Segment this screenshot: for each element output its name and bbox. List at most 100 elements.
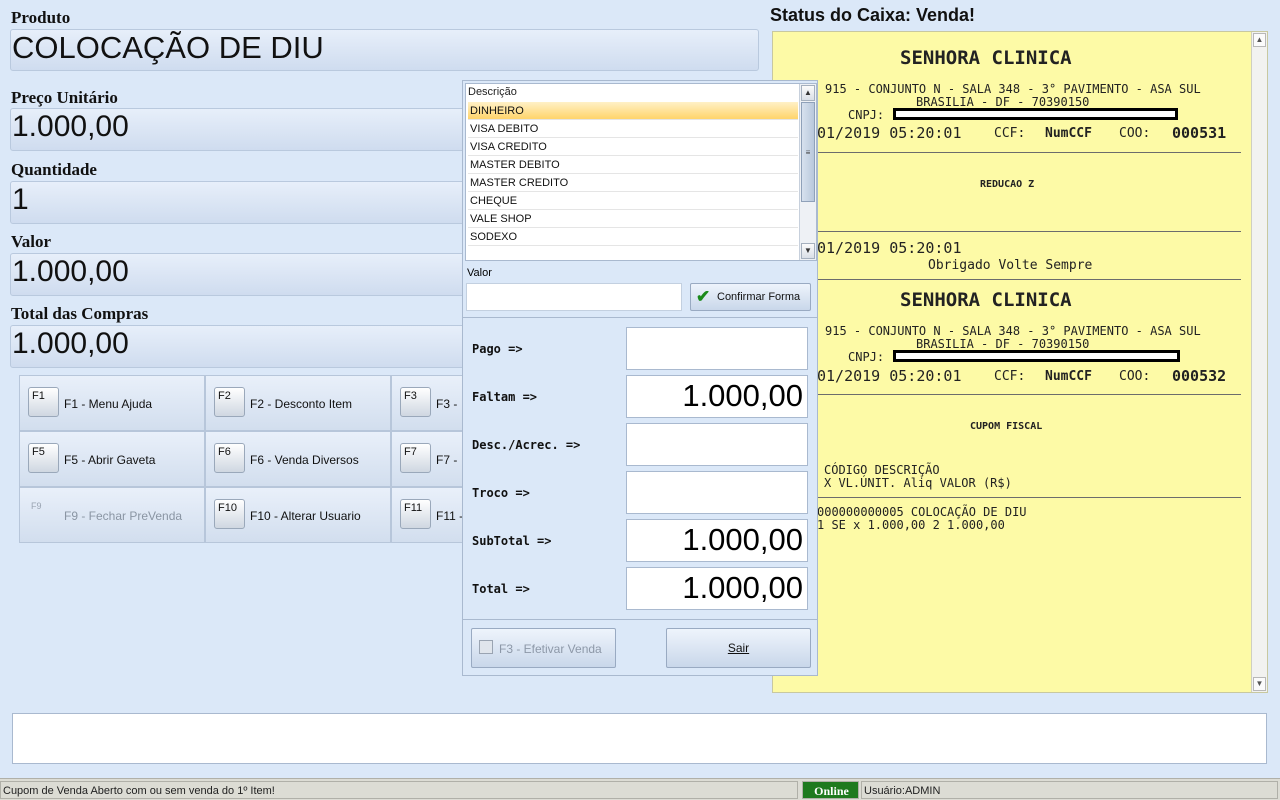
payment-method-item[interactable]: VALE SHOP: [468, 210, 798, 228]
receipt-reducao: REDUCAO Z: [980, 179, 1035, 190]
f1-key-icon: F1: [28, 387, 59, 417]
receipt-city: BRASILIA - DF - 70390150: [916, 95, 1090, 109]
unit-price-value: 1.000,00: [12, 110, 129, 143]
scroll-down-icon[interactable]: ▼: [1253, 677, 1266, 691]
f11-button[interactable]: F11 F11 -: [391, 487, 471, 543]
f5-key-icon: F5: [28, 443, 59, 473]
f2-discount-button[interactable]: F2 F2 - Desconto Item: [205, 375, 391, 431]
subtotal-value: 1.000,00: [682, 522, 803, 557]
remaining-field: 1.000,00: [626, 375, 808, 418]
receipt-item-line-2: 1 SE x 1.000,00 2 1.000,00: [817, 518, 1005, 532]
quantity-field: [10, 181, 470, 224]
receipt-separator: [817, 394, 1241, 395]
f10-key-icon: F10: [214, 499, 245, 529]
receipt-address-2: 915 - CONJUNTO N - SALA 348 - 3° PAVIMEN…: [825, 324, 1201, 338]
receipt-coo-value-1: 000531: [1172, 124, 1227, 142]
f7-button[interactable]: F7 F7 -: [391, 431, 471, 487]
scroll-down-icon[interactable]: ▼: [801, 243, 815, 259]
scroll-up-icon[interactable]: ▲: [1253, 33, 1266, 47]
f2-key-icon: F2: [214, 387, 245, 417]
receipt-header-2: X VL.ÚNIT. Aliq VALOR (R$): [824, 476, 1012, 490]
f9-key-icon: F9: [31, 501, 42, 511]
payment-method-item[interactable]: MASTER DEBITO: [468, 156, 798, 174]
payment-method-item[interactable]: DINHEIRO: [468, 102, 798, 120]
online-indicator: Online: [802, 781, 859, 799]
payment-panel: Descrição DINHEIRO VISA DEBITO VISA CRED…: [462, 80, 818, 676]
receipt-cnpj-label-2: CNPJ:: [848, 350, 885, 364]
f6-key-icon: F6: [214, 443, 245, 473]
receipt-separator: [817, 279, 1241, 280]
exit-button[interactable]: Sair: [666, 628, 811, 668]
receipt-city-2: BRASILIA - DF - 70390150: [916, 337, 1090, 351]
receipt-header-1: CÓDIGO DESCRIÇÃO: [824, 463, 940, 477]
f1-help-button[interactable]: F1 F1 - Menu Ajuda: [19, 375, 205, 431]
finalize-sale-button[interactable]: F3 - Efetivar Venda: [471, 628, 616, 668]
receipt-company: SENHORA CLINICA: [900, 47, 1072, 69]
f5-open-drawer-button[interactable]: F5 F5 - Abrir Gaveta: [19, 431, 205, 487]
scroll-up-icon[interactable]: ▲: [801, 85, 815, 101]
f7-label: F7 -: [436, 453, 458, 467]
receipt-ccf-value-1: NumCCF: [1045, 126, 1092, 141]
payment-method-item[interactable]: VISA DEBITO: [468, 120, 798, 138]
total-purchases-label: Total das Compras: [11, 304, 149, 323]
receipt-coo-value-2: 000532: [1172, 367, 1227, 385]
list-header-description: Descrição: [468, 86, 517, 98]
f1-label: F1 - Menu Ajuda: [64, 397, 153, 411]
redaction-bar: [893, 108, 1178, 120]
payment-value-input[interactable]: [466, 283, 682, 311]
payment-method-item[interactable]: CHEQUE: [468, 192, 798, 210]
status-message: Cupom de Venda Aberto com ou sem venda d…: [0, 781, 798, 799]
f3-button[interactable]: F3 F3 -: [391, 375, 471, 431]
f9-label: F9 - Fechar PreVenda: [64, 509, 183, 523]
payment-method-list[interactable]: Descrição DINHEIRO VISA DEBITO VISA CRED…: [465, 83, 817, 261]
redaction-bar: [893, 350, 1180, 362]
f6-label: F6 - Venda Diversos: [250, 453, 359, 467]
f5-label: F5 - Abrir Gaveta: [64, 453, 156, 467]
list-scrollbar[interactable]: ▲ ≡ ▼: [799, 84, 816, 260]
receipt-ccf-label-1: CCF:: [994, 126, 1026, 141]
paid-field[interactable]: [626, 327, 808, 370]
f9-close-presale-button[interactable]: F9 F9 - Fechar PreVenda: [19, 487, 205, 543]
exit-label: Sair: [727, 641, 750, 655]
receipt-coo-label-2: COO:: [1119, 369, 1151, 384]
save-disk-icon: [479, 640, 493, 654]
f2-label: F2 - Desconto Item: [250, 397, 353, 411]
f11-key-icon: F11: [400, 499, 431, 529]
payment-method-item[interactable]: SODEXO: [468, 228, 798, 246]
receipt-scrollbar[interactable]: ▲ ▼: [1251, 32, 1267, 692]
product-label: Produto: [11, 8, 71, 27]
discount-surcharge-label: Desc./Acrec. =>: [472, 438, 581, 452]
receipt-separator: [817, 152, 1241, 153]
separator: [463, 317, 817, 318]
receipt-datetime-2: 01/2019 05:20:01: [817, 367, 962, 385]
f11-label: F11 -: [436, 509, 464, 523]
scroll-thumb[interactable]: ≡: [801, 102, 815, 202]
receipt-coo-label-1: COO:: [1119, 126, 1151, 141]
f10-change-user-button[interactable]: F10 F10 - Alterar Usuario: [205, 487, 391, 543]
subtotal-label: SubTotal =>: [472, 534, 552, 548]
discount-surcharge-field[interactable]: [626, 423, 808, 466]
remaining-label: Faltam =>: [472, 390, 538, 404]
finalize-sale-label: F3 - Efetivar Venda: [499, 642, 602, 656]
total-label: Total =>: [472, 582, 530, 596]
confirm-payment-button[interactable]: ✔ Confirmar Forma: [690, 283, 811, 311]
receipt-preview[interactable]: SENHORA CLINICA 915 - CONJUNTO N - SALA …: [772, 31, 1268, 693]
message-box: [12, 713, 1267, 764]
receipt-separator: [817, 497, 1241, 498]
f3-key-icon: F3: [400, 387, 431, 417]
cashier-status-title: Status do Caixa: Venda!: [770, 5, 976, 25]
receipt-ccf-label-2: CCF:: [994, 369, 1026, 384]
total-value: 1.000,00: [682, 570, 803, 605]
receipt-cupom-fiscal: CUPOM FISCAL: [970, 421, 1043, 432]
receipt-item-line-1: 000000000005 COLOCAÇÃO DE DIU: [817, 505, 1027, 519]
user-indicator: Usuário:ADMIN: [861, 781, 1278, 799]
f6-misc-sale-button[interactable]: F6 F6 - Venda Diversos: [205, 431, 391, 487]
f7-key-icon: F7: [400, 443, 431, 473]
receipt-cnpj-label: CNPJ:: [848, 108, 885, 122]
receipt-datetime-1: 01/2019 05:20:01: [817, 124, 962, 142]
payment-method-item[interactable]: VISA CREDITO: [468, 138, 798, 156]
receipt-closing-datetime: 01/2019 05:20:01: [817, 239, 962, 257]
subtotal-field: 1.000,00: [626, 519, 808, 562]
product-value: COLOCAÇÃO DE DIU: [12, 30, 324, 65]
payment-method-item[interactable]: MASTER CREDITO: [468, 174, 798, 192]
